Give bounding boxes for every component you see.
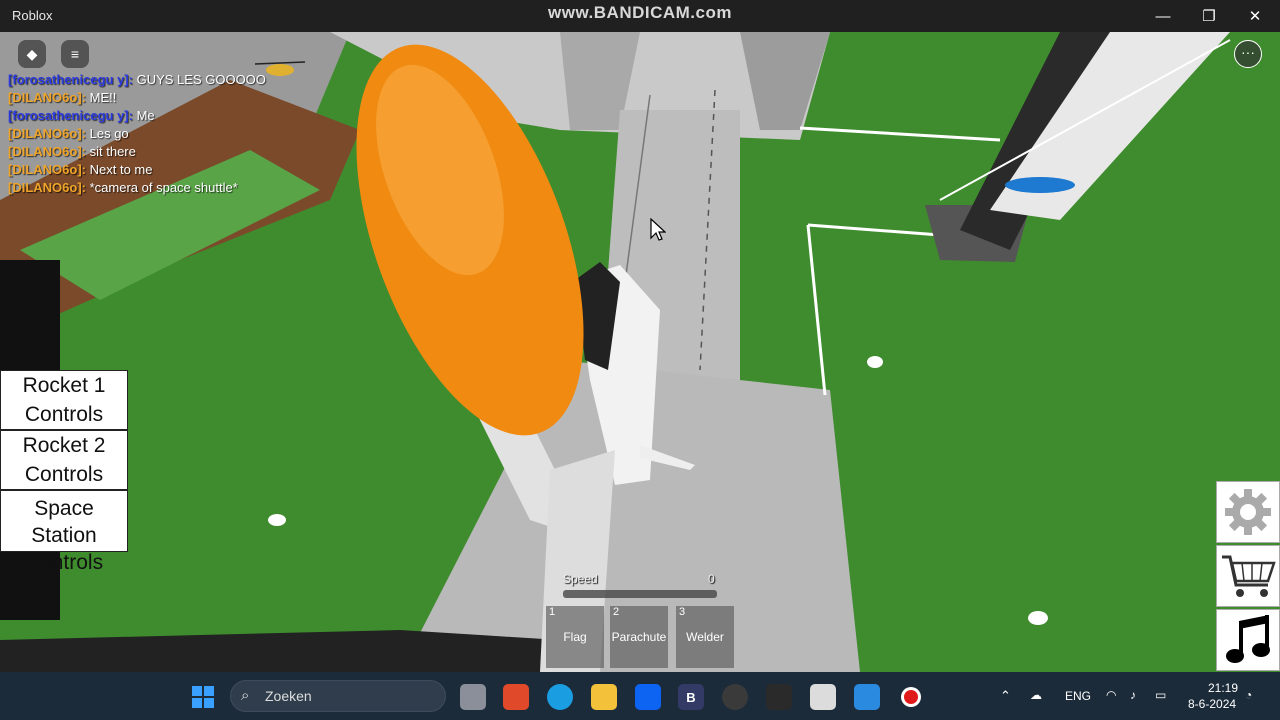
slot-label: Welder xyxy=(686,630,724,644)
roblox-menu-button[interactable]: ◆ xyxy=(18,40,46,68)
chat-text: Les go xyxy=(89,126,129,141)
task-view-button[interactable] xyxy=(460,684,486,710)
more-options-button[interactable]: ··· xyxy=(1234,40,1262,68)
bandicam-button[interactable]: B xyxy=(678,684,704,710)
chat-user: [DILANO6o]: xyxy=(8,180,86,195)
chat-message: [DILANO6o]: sit there xyxy=(8,143,266,161)
shopping-cart-icon xyxy=(1222,555,1276,597)
chat-user: [DILANO6o]: xyxy=(8,126,86,141)
roblox-logo-icon: ◆ xyxy=(26,45,38,62)
show-hidden-icons-button[interactable]: ⌃ xyxy=(1000,688,1011,704)
file-explorer-button[interactable] xyxy=(591,684,617,710)
space-station-controls-button[interactable]: Space Station Controls xyxy=(0,490,128,574)
music-button[interactable] xyxy=(1216,609,1280,671)
chat-message: [DILANO6o]: Next to me xyxy=(8,161,266,179)
taskbar-app-button[interactable] xyxy=(766,684,792,710)
chat-text: *camera of space shuttle* xyxy=(89,180,238,195)
hotbar-slot-parachute[interactable]: 2 Parachute xyxy=(610,606,668,668)
language-indicator[interactable]: ENG xyxy=(1065,689,1091,703)
record-button[interactable] xyxy=(898,684,924,710)
slot-label: Parachute xyxy=(611,630,667,644)
chat-text: ME!! xyxy=(89,90,117,105)
space-station-label-line2: Controls xyxy=(24,551,104,574)
settings-button[interactable] xyxy=(1216,481,1280,543)
clock-time[interactable]: 21:19 xyxy=(1208,681,1238,695)
wifi-icon[interactable]: ◠ xyxy=(1106,688,1116,702)
close-button[interactable]: ✕ xyxy=(1232,0,1278,32)
record-icon xyxy=(901,687,921,707)
music-note-icon xyxy=(1226,615,1270,663)
search-icon: ⌕ xyxy=(241,687,250,704)
chat-text: Me xyxy=(136,108,155,123)
chat-log: [forosathenicegu y]: GUYS LES GOOOOO [DI… xyxy=(8,71,266,197)
rocket-2-label-line2: Controls xyxy=(24,463,104,486)
chat-text: GUYS LES GOOOOO xyxy=(136,72,266,87)
shop-button[interactable] xyxy=(1216,545,1280,607)
chat-message: [DILANO6o]: Les go xyxy=(8,125,266,143)
windows-logo-icon xyxy=(192,686,214,708)
volume-icon[interactable]: ♪ xyxy=(1130,688,1136,702)
rocket-2-label-line1: Rocket 2 xyxy=(22,434,106,457)
battery-icon[interactable]: ▭ xyxy=(1155,688,1166,702)
chat-user: [DILANO6o]: xyxy=(8,144,86,159)
dropbox-button[interactable] xyxy=(635,684,661,710)
slot-number: 3 xyxy=(679,606,686,618)
chat-text: sit there xyxy=(89,144,136,159)
slot-number: 1 xyxy=(549,606,556,618)
start-button[interactable] xyxy=(190,684,216,710)
maximize-button[interactable]: ❐ xyxy=(1186,0,1232,32)
hotbar-slot-flag[interactable]: 1 Flag xyxy=(546,606,604,668)
chat-icon: ≡ xyxy=(70,46,80,62)
chat-user: [DILANO6o]: xyxy=(8,162,86,177)
more-icon: ··· xyxy=(1241,44,1255,60)
rocket-1-label-line2: Controls xyxy=(24,403,104,426)
clock-date[interactable]: 8-6-2024 xyxy=(1188,697,1236,711)
rocket-1-controls-button[interactable]: Rocket 1 Controls xyxy=(0,370,128,430)
notification-icon[interactable]: ◔ xyxy=(1245,688,1252,702)
hotbar-slot-welder[interactable]: 3 Welder xyxy=(676,606,734,668)
rocket-2-controls-button[interactable]: Rocket 2 Controls xyxy=(0,430,128,490)
rocket-1-label-line1: Rocket 1 xyxy=(22,374,106,397)
chat-user: [forosathenicegu y]: xyxy=(8,72,133,87)
chat-user: [DILANO6o]: xyxy=(8,90,86,105)
slot-number: 2 xyxy=(613,606,620,618)
gear-icon xyxy=(1225,489,1271,535)
search-placeholder: Zoeken xyxy=(265,688,312,704)
obs-button[interactable] xyxy=(722,684,748,710)
space-station-label-line1: Space Station xyxy=(31,497,97,547)
chat-message: [forosathenicegu y]: Me xyxy=(8,107,266,125)
speed-value: 0 xyxy=(708,572,715,586)
speed-label: Speed xyxy=(563,572,598,586)
bandicam-watermark: www.BANDICAM.com xyxy=(548,3,732,22)
minimize-button[interactable]: — xyxy=(1140,0,1186,32)
roblox-taskbar-button[interactable] xyxy=(810,684,836,710)
onedrive-icon[interactable]: ☁ xyxy=(1030,688,1042,702)
slot-label: Flag xyxy=(563,630,587,644)
roblox-studio-button[interactable] xyxy=(854,684,880,710)
bandicam-b-icon: B xyxy=(686,689,696,705)
chat-text: Next to me xyxy=(89,162,153,177)
chat-user: [forosathenicegu y]: xyxy=(8,108,133,123)
chat-message: [forosathenicegu y]: GUYS LES GOOOOO xyxy=(8,71,266,89)
mouse-cursor-icon xyxy=(650,218,666,241)
microsoft-store-button[interactable] xyxy=(503,684,529,710)
speed-bar xyxy=(563,590,717,598)
window-titlebar: Roblox www.BANDICAM.com — ❐ ✕ xyxy=(0,0,1280,32)
chat-message: [DILANO6o]: *camera of space shuttle* xyxy=(8,179,266,197)
edge-browser-button[interactable] xyxy=(547,684,573,710)
chat-toggle-button[interactable]: ≡ xyxy=(61,40,89,68)
chat-message: [DILANO6o]: ME!! xyxy=(8,89,266,107)
taskbar-search[interactable]: ⌕ Zoeken xyxy=(230,680,446,712)
